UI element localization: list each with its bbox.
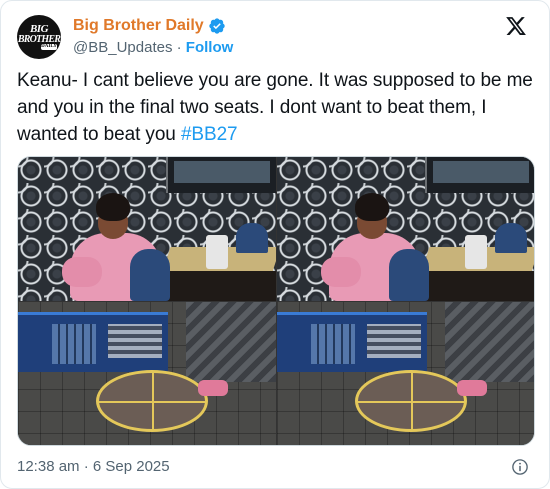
follow-button[interactable]: Follow (186, 39, 234, 56)
handle[interactable]: @BB_Updates (73, 39, 172, 56)
hashtag-link[interactable]: #BB27 (181, 124, 238, 145)
separator: · (176, 39, 182, 56)
tweet-text: Keanu- I cant believe you are gone. It w… (17, 67, 537, 148)
display-name[interactable]: Big Brother Daily (73, 17, 204, 35)
verified-badge-icon (209, 17, 225, 34)
avatar[interactable]: BIG BROTHER DAILY (17, 15, 61, 59)
author-names: Big Brother Daily @BB_Updates · Follow (73, 15, 233, 58)
info-icon[interactable] (511, 458, 529, 476)
x-logo-icon[interactable] (505, 15, 527, 37)
media-frame-overhead-1 (18, 302, 276, 445)
timestamp[interactable]: 12:38 am · 6 Sep 2025 (17, 458, 170, 475)
media-frame-living-room-1 (18, 157, 276, 301)
avatar-text-daily: DAILY (41, 44, 57, 50)
tweet-footer: 12:38 am · 6 Sep 2025 (17, 456, 533, 478)
media-frame-overhead-2 (277, 302, 534, 445)
media-frame-living-room-2 (277, 157, 534, 301)
tweet-card: BIG BROTHER DAILY Big Brother Daily @BB_… (0, 0, 550, 489)
tweet-media[interactable] (17, 156, 535, 446)
tweet-body: Keanu- I cant believe you are gone. It w… (17, 70, 533, 145)
tweet-header: BIG BROTHER DAILY Big Brother Daily @BB_… (17, 13, 533, 59)
